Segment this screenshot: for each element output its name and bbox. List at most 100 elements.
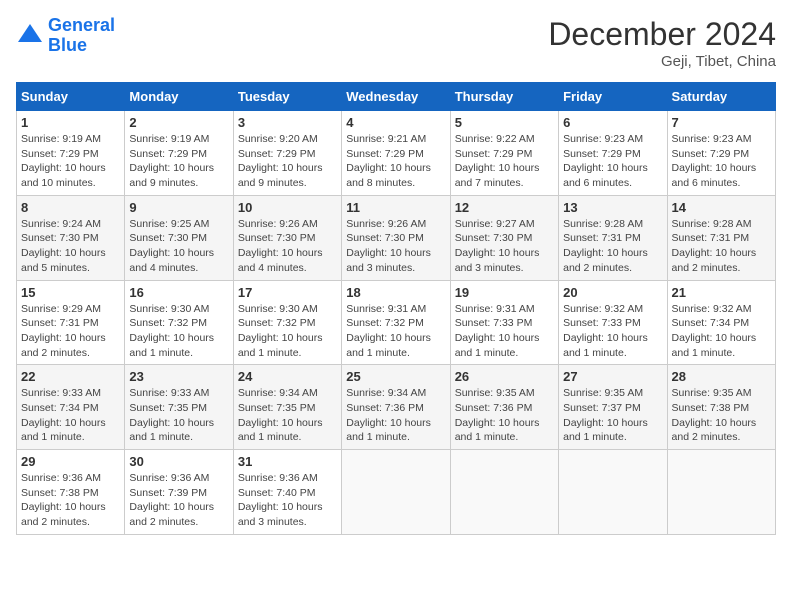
day-info: Sunrise: 9:22 AM Sunset: 7:29 PM Dayligh… [455,132,554,191]
calendar-week-row: 22Sunrise: 9:33 AM Sunset: 7:34 PM Dayli… [17,365,776,450]
day-number: 24 [238,369,337,384]
day-number: 21 [672,285,771,300]
day-info: Sunrise: 9:19 AM Sunset: 7:29 PM Dayligh… [129,132,228,191]
day-info: Sunrise: 9:26 AM Sunset: 7:30 PM Dayligh… [238,217,337,276]
day-info: Sunrise: 9:32 AM Sunset: 7:34 PM Dayligh… [672,302,771,361]
day-info: Sunrise: 9:19 AM Sunset: 7:29 PM Dayligh… [21,132,120,191]
day-info: Sunrise: 9:25 AM Sunset: 7:30 PM Dayligh… [129,217,228,276]
calendar-cell: 10Sunrise: 9:26 AM Sunset: 7:30 PM Dayli… [233,195,341,280]
calendar-cell: 27 Sunrise: 9:35 AM Sunset: 7:37 PM Dayli… [559,365,667,450]
day-info: Sunrise: 9:35 AM Sunset: 7:38 PM Dayligh… [672,386,771,445]
day-info: Sunrise: 9:31 AM Sunset: 7:32 PM Dayligh… [346,302,445,361]
day-number: 15 [21,285,120,300]
header-friday: Friday [559,83,667,111]
day-number: 5 [455,115,554,130]
day-info: Sunrise: 9:36 AM Sunset: 7:39 PM Dayligh… [129,471,228,530]
logo-text: GeneralBlue [48,16,115,56]
calendar-cell: 28 Sunrise: 9:35 AM Sunset: 7:38 PM Dayli… [667,365,775,450]
calendar-cell: 24 Sunrise: 9:34 AM Sunset: 7:35 PM Dayli… [233,365,341,450]
day-info: Sunrise: 9:36 AM Sunset: 7:40 PM Dayligh… [238,471,337,530]
calendar-cell: 5 Sunrise: 9:22 AM Sunset: 7:29 PM Daylig… [450,111,558,196]
weekday-header-row: Sunday Monday Tuesday Wednesday Thursday… [17,83,776,111]
title-block: December 2024 Geji, Tibet, China [548,16,776,70]
calendar-cell: 25 Sunrise: 9:34 AM Sunset: 7:36 PM Dayli… [342,365,450,450]
calendar-week-row: 1 Sunrise: 9:19 AM Sunset: 7:29 PM Daylig… [17,111,776,196]
day-number: 28 [672,369,771,384]
calendar-cell: 30Sunrise: 9:36 AM Sunset: 7:39 PM Dayli… [125,450,233,535]
calendar-cell: 7Sunrise: 9:23 AM Sunset: 7:29 PM Daylig… [667,111,775,196]
calendar-cell: 9 Sunrise: 9:25 AM Sunset: 7:30 PM Daylig… [125,195,233,280]
day-number: 1 [21,115,120,130]
calendar-cell [667,450,775,535]
header-sunday: Sunday [17,83,125,111]
calendar-cell: 14 Sunrise: 9:28 AM Sunset: 7:31 PM Dayli… [667,195,775,280]
day-info: Sunrise: 9:33 AM Sunset: 7:35 PM Dayligh… [129,386,228,445]
calendar-cell: 23 Sunrise: 9:33 AM Sunset: 7:35 PM Dayli… [125,365,233,450]
day-info: Sunrise: 9:28 AM Sunset: 7:31 PM Dayligh… [563,217,662,276]
day-number: 26 [455,369,554,384]
day-number: 16 [129,285,228,300]
calendar-cell: 29 Sunrise: 9:36 AM Sunset: 7:38 PM Dayli… [17,450,125,535]
calendar-cell: 12 Sunrise: 9:27 AM Sunset: 7:30 PM Dayli… [450,195,558,280]
day-info: Sunrise: 9:26 AM Sunset: 7:30 PM Dayligh… [346,217,445,276]
day-info: Sunrise: 9:28 AM Sunset: 7:31 PM Dayligh… [672,217,771,276]
calendar-cell: 2 Sunrise: 9:19 AM Sunset: 7:29 PM Daylig… [125,111,233,196]
calendar-week-row: 8 Sunrise: 9:24 AM Sunset: 7:30 PM Daylig… [17,195,776,280]
day-info: Sunrise: 9:34 AM Sunset: 7:35 PM Dayligh… [238,386,337,445]
calendar-cell: 19 Sunrise: 9:31 AM Sunset: 7:33 PM Dayli… [450,280,558,365]
calendar-cell: 6Sunrise: 9:23 AM Sunset: 7:29 PM Daylig… [559,111,667,196]
day-number: 29 [21,454,120,469]
calendar-cell [342,450,450,535]
day-number: 27 [563,369,662,384]
day-number: 19 [455,285,554,300]
header-tuesday: Tuesday [233,83,341,111]
page-header: GeneralBlue December 2024 Geji, Tibet, C… [16,16,776,70]
day-info: Sunrise: 9:23 AM Sunset: 7:29 PM Dayligh… [563,132,662,191]
day-number: 8 [21,200,120,215]
logo: GeneralBlue [16,16,115,56]
day-number: 23 [129,369,228,384]
day-info: Sunrise: 9:31 AM Sunset: 7:33 PM Dayligh… [455,302,554,361]
day-info: Sunrise: 9:27 AM Sunset: 7:30 PM Dayligh… [455,217,554,276]
day-number: 7 [672,115,771,130]
day-number: 9 [129,200,228,215]
day-info: Sunrise: 9:24 AM Sunset: 7:30 PM Dayligh… [21,217,120,276]
day-number: 25 [346,369,445,384]
calendar-cell: 13 Sunrise: 9:28 AM Sunset: 7:31 PM Dayli… [559,195,667,280]
calendar-cell: 22Sunrise: 9:33 AM Sunset: 7:34 PM Dayli… [17,365,125,450]
day-info: Sunrise: 9:36 AM Sunset: 7:38 PM Dayligh… [21,471,120,530]
calendar-cell: 11 Sunrise: 9:26 AM Sunset: 7:30 PM Dayli… [342,195,450,280]
calendar-table: Sunday Monday Tuesday Wednesday Thursday… [16,82,776,535]
day-number: 13 [563,200,662,215]
day-info: Sunrise: 9:35 AM Sunset: 7:37 PM Dayligh… [563,386,662,445]
calendar-cell: 1 Sunrise: 9:19 AM Sunset: 7:29 PM Daylig… [17,111,125,196]
calendar-cell: 21 Sunrise: 9:32 AM Sunset: 7:34 PM Dayli… [667,280,775,365]
calendar-cell: 26Sunrise: 9:35 AM Sunset: 7:36 PM Dayli… [450,365,558,450]
calendar-cell: 8 Sunrise: 9:24 AM Sunset: 7:30 PM Daylig… [17,195,125,280]
main-title: December 2024 [548,16,776,53]
day-info: Sunrise: 9:32 AM Sunset: 7:33 PM Dayligh… [563,302,662,361]
subtitle: Geji, Tibet, China [548,53,776,70]
calendar-week-row: 15 Sunrise: 9:29 AM Sunset: 7:31 PM Dayli… [17,280,776,365]
calendar-cell: 4 Sunrise: 9:21 AM Sunset: 7:29 PM Daylig… [342,111,450,196]
day-number: 14 [672,200,771,215]
day-number: 18 [346,285,445,300]
day-number: 4 [346,115,445,130]
calendar-cell: 18 Sunrise: 9:31 AM Sunset: 7:32 PM Dayli… [342,280,450,365]
calendar-cell: 20 Sunrise: 9:32 AM Sunset: 7:33 PM Dayli… [559,280,667,365]
calendar-cell: 3Sunrise: 9:20 AM Sunset: 7:29 PM Daylig… [233,111,341,196]
logo-icon [16,22,44,50]
day-info: Sunrise: 9:34 AM Sunset: 7:36 PM Dayligh… [346,386,445,445]
day-info: Sunrise: 9:21 AM Sunset: 7:29 PM Dayligh… [346,132,445,191]
calendar-week-row: 29 Sunrise: 9:36 AM Sunset: 7:38 PM Dayli… [17,450,776,535]
day-number: 11 [346,200,445,215]
day-info: Sunrise: 9:29 AM Sunset: 7:31 PM Dayligh… [21,302,120,361]
header-saturday: Saturday [667,83,775,111]
day-number: 2 [129,115,228,130]
calendar-cell [450,450,558,535]
day-number: 3 [238,115,337,130]
day-number: 12 [455,200,554,215]
calendar-cell: 17Sunrise: 9:30 AM Sunset: 7:32 PM Dayli… [233,280,341,365]
day-number: 20 [563,285,662,300]
calendar-cell: 16Sunrise: 9:30 AM Sunset: 7:32 PM Dayli… [125,280,233,365]
